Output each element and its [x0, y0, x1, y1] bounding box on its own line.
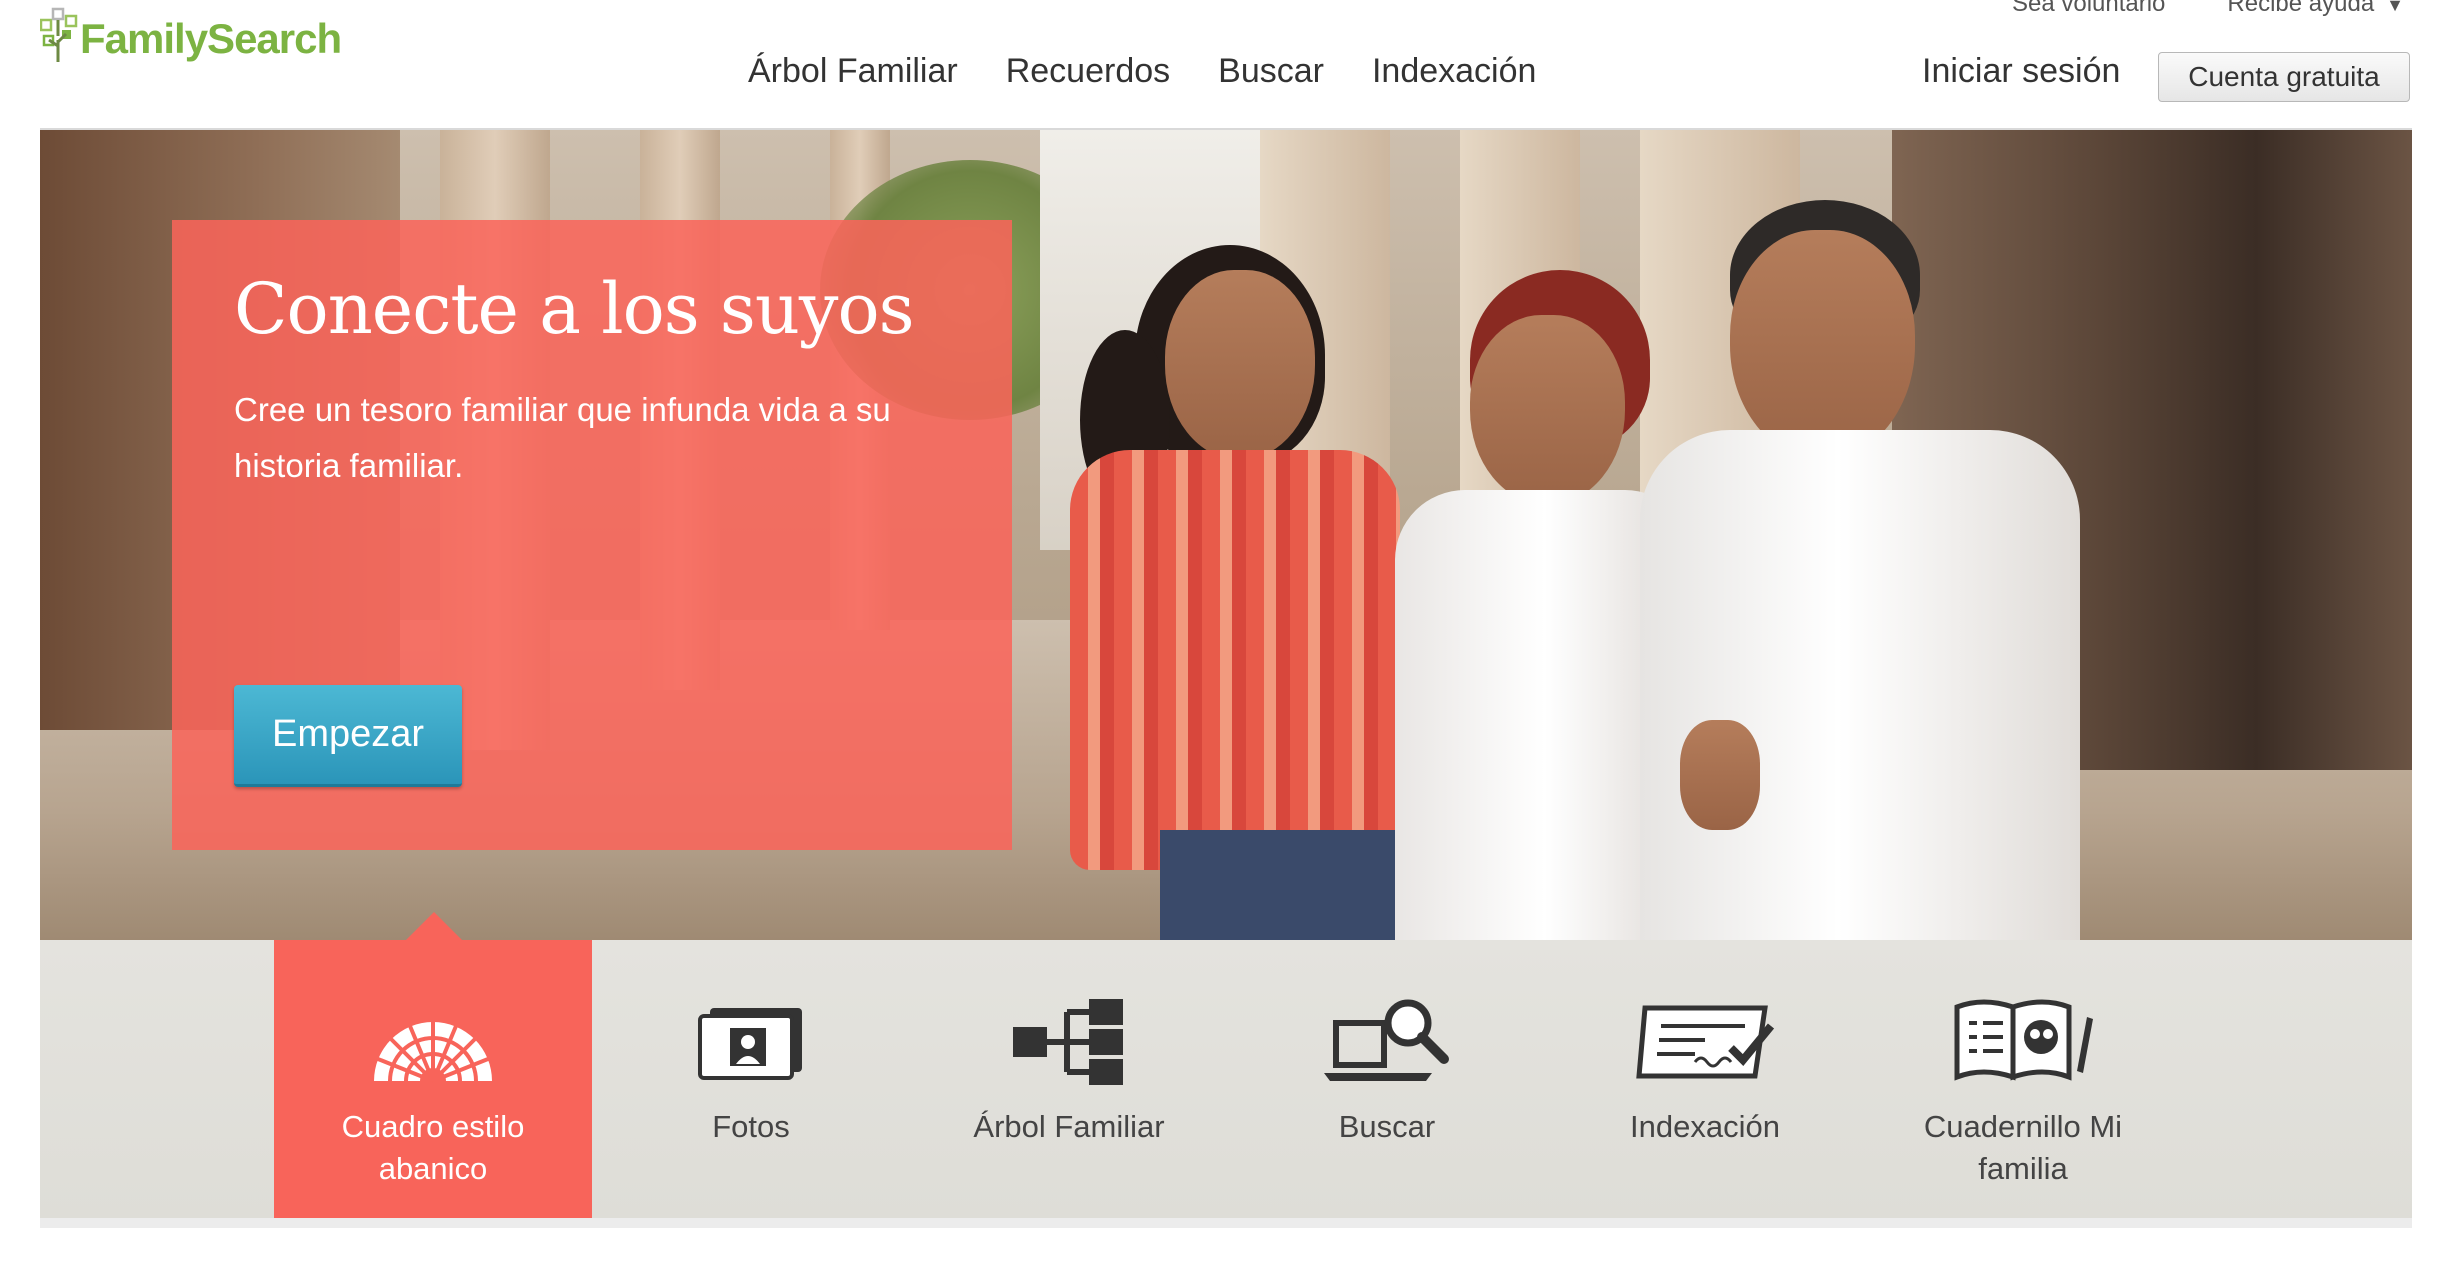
familysearch-logo[interactable]: FamilySearch: [40, 6, 342, 64]
help-menu[interactable]: Recibe ayuda ▼: [2227, 0, 2404, 20]
feature-bar-shadow: [40, 1218, 2412, 1228]
feature-bar: Cuadro estilo abanico Fotos Árbol Famili…: [40, 940, 2412, 1218]
nav-recuerdos[interactable]: Recuerdos: [1006, 52, 1170, 91]
fan-chart-icon: [374, 1021, 492, 1083]
feature-search[interactable]: Buscar: [1228, 940, 1546, 1218]
tree-logo-icon: [40, 7, 78, 62]
feature-label: Cuadro estilo abanico: [341, 1109, 525, 1186]
feature-indexing[interactable]: Indexación: [1546, 940, 1864, 1218]
brand-name: FamilySearch: [80, 15, 342, 62]
nav-buscar[interactable]: Buscar: [1218, 52, 1324, 91]
family-tree-icon: [1013, 999, 1123, 1085]
feature-family-tree[interactable]: Árbol Familiar: [910, 940, 1228, 1218]
photos-icon: [698, 1008, 802, 1080]
nav-indexacion[interactable]: Indexación: [1372, 52, 1536, 91]
free-account-button[interactable]: Cuenta gratuita: [2158, 52, 2410, 102]
utility-links: Sea voluntario Recibe ayuda ▼: [2012, 0, 2404, 20]
nav-arbol-familiar[interactable]: Árbol Familiar: [748, 52, 958, 91]
hero-title: Conecte a los suyos: [234, 268, 915, 350]
hero-subtitle: Cree un tesoro familiar que infunda vida…: [234, 391, 891, 484]
help-link[interactable]: Recibe ayuda: [2227, 0, 2374, 17]
signin-link[interactable]: Iniciar sesión: [1922, 52, 2120, 91]
hero-banner: Conecte a los suyos Cree un tesoro famil…: [40, 130, 2412, 940]
feature-label: Buscar: [1338, 1109, 1436, 1144]
volunteer-link[interactable]: Sea voluntario: [2012, 0, 2165, 20]
feature-photos[interactable]: Fotos: [592, 940, 910, 1218]
feature-label: Árbol Familiar: [973, 1109, 1165, 1144]
hero-promo-panel: Conecte a los suyos Cree un tesoro famil…: [172, 220, 1012, 850]
booklet-icon: [1954, 999, 2093, 1081]
start-button[interactable]: Empezar: [234, 685, 462, 787]
feature-label: Fotos: [712, 1109, 790, 1144]
main-nav: Árbol Familiar Recuerdos Buscar Indexaci…: [748, 52, 1584, 91]
feature-fan-chart[interactable]: Cuadro estilo abanico: [274, 940, 592, 1218]
feature-booklet[interactable]: Cuadernillo Mi familia: [1864, 940, 2182, 1218]
feature-label: Cuadernillo Mi familia: [1923, 1109, 2123, 1186]
active-pointer: [406, 912, 462, 940]
search-laptop-icon: [1324, 999, 1449, 1081]
feature-label: Indexación: [1630, 1109, 1780, 1144]
indexing-icon: [1636, 1005, 1775, 1079]
chevron-down-icon[interactable]: ▼: [2386, 0, 2404, 15]
